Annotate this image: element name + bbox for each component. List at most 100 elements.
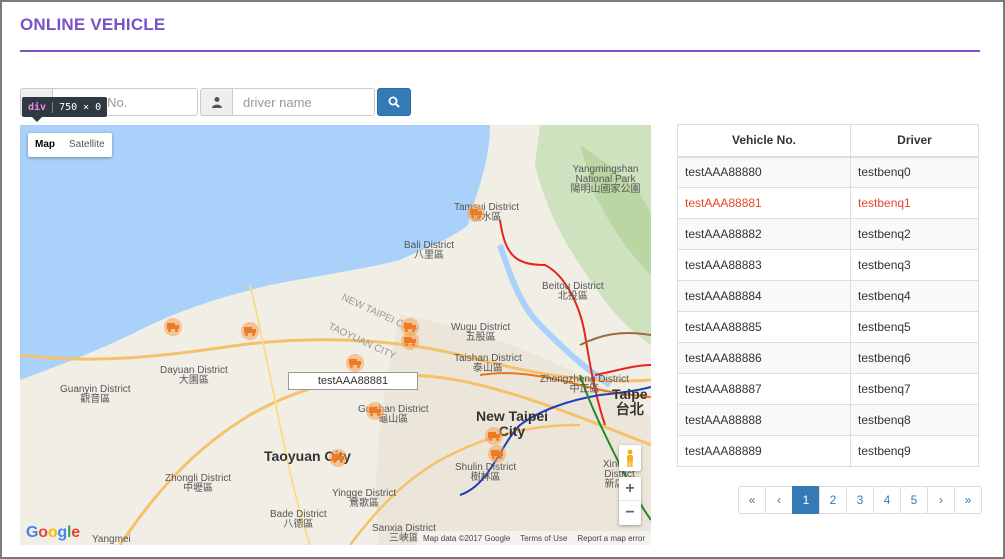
devtools-tag: div	[28, 101, 47, 113]
map-label-yingge: Yingge District 鶯歌區	[332, 489, 396, 509]
google-logo: Google	[26, 524, 80, 541]
table-row[interactable]: testAAA88880 testbenq0	[677, 156, 979, 188]
map-label-taipei-zh: 台北	[615, 401, 644, 417]
map-label-wugu: Wugu District 五股區	[451, 323, 510, 343]
driver-cell[interactable]: testbenq1	[850, 187, 979, 219]
search-button[interactable]	[377, 88, 411, 116]
map-label-zhongzheng-zh: 中正區	[569, 384, 600, 395]
map-label-sanxia-zh: 三峽區	[388, 533, 419, 544]
map-label-bade: Bade District 八德區	[270, 510, 327, 530]
map-label-yangming-en: Yangmingshan National Park	[572, 164, 639, 185]
table-row[interactable]: testAAA88886 testbenq6	[677, 342, 979, 374]
map-data-attribution: Map data ©2017 Google	[422, 533, 511, 543]
pagination: « ‹ 1 2 3 4 5 › »	[738, 486, 982, 514]
map-label-beitou: Beitou District 北投區	[542, 282, 604, 302]
page-1-button[interactable]: 1	[792, 486, 820, 514]
driver-cell[interactable]: testbenq0	[850, 156, 979, 188]
map-footer: Map data ©2017 Google Terms of Use Repor…	[416, 531, 651, 545]
table-header-row: Vehicle No. Driver	[677, 124, 979, 158]
report-map-error-link[interactable]: Report a map error	[577, 534, 645, 543]
truck-icon	[244, 326, 256, 336]
vehicle-no-cell[interactable]: testAAA88880	[677, 156, 851, 188]
vehicle-no-cell[interactable]: testAAA88883	[677, 249, 851, 281]
truck-icon	[404, 336, 416, 346]
driver-cell[interactable]: testbenq9	[850, 435, 979, 467]
column-header-driver[interactable]: Driver	[850, 124, 979, 158]
driver-cell[interactable]: testbenq8	[850, 404, 979, 436]
page-first-button[interactable]: «	[738, 486, 766, 514]
vehicle-table: Vehicle No. Driver testAAA88880 testbenq0…	[677, 124, 979, 467]
selected-vehicle-tooltip: testAAA88881	[288, 372, 418, 390]
map-label-guanyin-zh: 觀音區	[80, 394, 111, 405]
map-type-satellite[interactable]: Satellite	[62, 133, 112, 157]
page-prev-button[interactable]: ‹	[765, 486, 793, 514]
truck-marker[interactable]	[485, 427, 503, 445]
table-row[interactable]: testAAA88889 testbenq9	[677, 435, 979, 467]
page-2-button[interactable]: 2	[819, 486, 847, 514]
truck-icon	[332, 453, 344, 463]
table-row[interactable]: testAAA88882 testbenq2	[677, 218, 979, 250]
table-row-selected[interactable]: testAAA88881 testbenq1	[677, 187, 979, 219]
table-row[interactable]: testAAA88885 testbenq5	[677, 311, 979, 343]
driver-cell[interactable]: testbenq7	[850, 373, 979, 405]
table-row[interactable]: testAAA88884 testbenq4	[677, 280, 979, 312]
map-type-map[interactable]: Map	[28, 133, 62, 157]
table-row[interactable]: testAAA88888 testbenq8	[677, 404, 979, 436]
page-3-button[interactable]: 3	[846, 486, 874, 514]
map-label-yangming-zh: 陽明山國家公園	[570, 184, 641, 195]
driver-cell[interactable]: testbenq5	[850, 311, 979, 343]
column-header-vehicle-no[interactable]: Vehicle No.	[677, 124, 851, 158]
table-row[interactable]: testAAA88887 testbenq7	[677, 373, 979, 405]
vehicle-map[interactable]: Map Satellite Tamsui District 淡水區 Bali Di…	[20, 125, 651, 545]
title-divider	[20, 50, 980, 52]
page-next-button[interactable]: ›	[927, 486, 955, 514]
vehicle-no-cell[interactable]: testAAA88885	[677, 311, 851, 343]
vehicle-no-cell[interactable]: testAAA88889	[677, 435, 851, 467]
truck-icon	[470, 208, 482, 218]
truck-icon	[349, 358, 361, 368]
driver-cell[interactable]: testbenq6	[850, 342, 979, 374]
map-label-dayuan: Dayuan District 大園區	[160, 366, 228, 386]
truck-marker[interactable]	[329, 449, 347, 467]
vehicle-no-cell[interactable]: testAAA88887	[677, 373, 851, 405]
map-label-bali: Bali District 八里區	[404, 241, 454, 261]
terms-of-use-link[interactable]: Terms of Use	[520, 534, 567, 543]
map-label-wugu-zh: 五股區	[465, 332, 496, 343]
vehicle-no-cell[interactable]: testAAA88886	[677, 342, 851, 374]
map-label-taishan: Taishan District 泰山區	[454, 354, 522, 374]
map-label-zhongli-zh: 中壢區	[183, 483, 214, 494]
zoom-in-button[interactable]: +	[619, 477, 641, 501]
vehicle-no-cell[interactable]: testAAA88884	[677, 280, 851, 312]
truck-marker[interactable]	[366, 402, 384, 420]
zoom-out-button[interactable]: −	[619, 501, 641, 525]
vehicle-no-cell[interactable]: testAAA88882	[677, 218, 851, 250]
truck-marker[interactable]	[401, 332, 419, 350]
page-last-button[interactable]: »	[954, 486, 982, 514]
street-view-pegman-icon[interactable]	[619, 445, 641, 471]
driver-cell[interactable]: testbenq2	[850, 218, 979, 250]
vehicle-no-cell[interactable]: testAAA88888	[677, 404, 851, 436]
page-4-button[interactable]: 4	[873, 486, 901, 514]
map-label-yangmei: Yangmei	[92, 534, 131, 545]
map-label-taipei-en: Taipe	[612, 386, 648, 402]
truck-marker[interactable]	[488, 445, 506, 463]
page-5-button[interactable]: 5	[900, 486, 928, 514]
page-title: ONLINE VEHICLE	[20, 15, 166, 34]
truck-marker[interactable]	[164, 318, 182, 336]
map-label-tamsui: Tamsui District 淡水區	[454, 203, 519, 223]
driver-cell[interactable]: testbenq4	[850, 280, 979, 312]
map-type-control: Map Satellite	[28, 133, 112, 157]
map-label-taishan-zh: 泰山區	[472, 363, 503, 374]
table-row[interactable]: testAAA88883 testbenq3	[677, 249, 979, 281]
vehicle-no-cell[interactable]: testAAA88881	[677, 187, 851, 219]
driver-cell[interactable]: testbenq3	[850, 249, 979, 281]
map-label-bali-zh: 八里區	[414, 250, 444, 261]
truck-marker[interactable]	[467, 204, 485, 222]
map-label-guanyin: Guanyin District 觀音區	[60, 385, 131, 405]
driver-name-input[interactable]	[232, 88, 375, 116]
truck-icon	[404, 322, 416, 332]
truck-marker-selected[interactable]	[346, 354, 364, 372]
truck-icon	[491, 449, 503, 459]
truck-marker[interactable]	[241, 322, 259, 340]
map-label-shulin-zh: 樹林區	[470, 472, 501, 483]
